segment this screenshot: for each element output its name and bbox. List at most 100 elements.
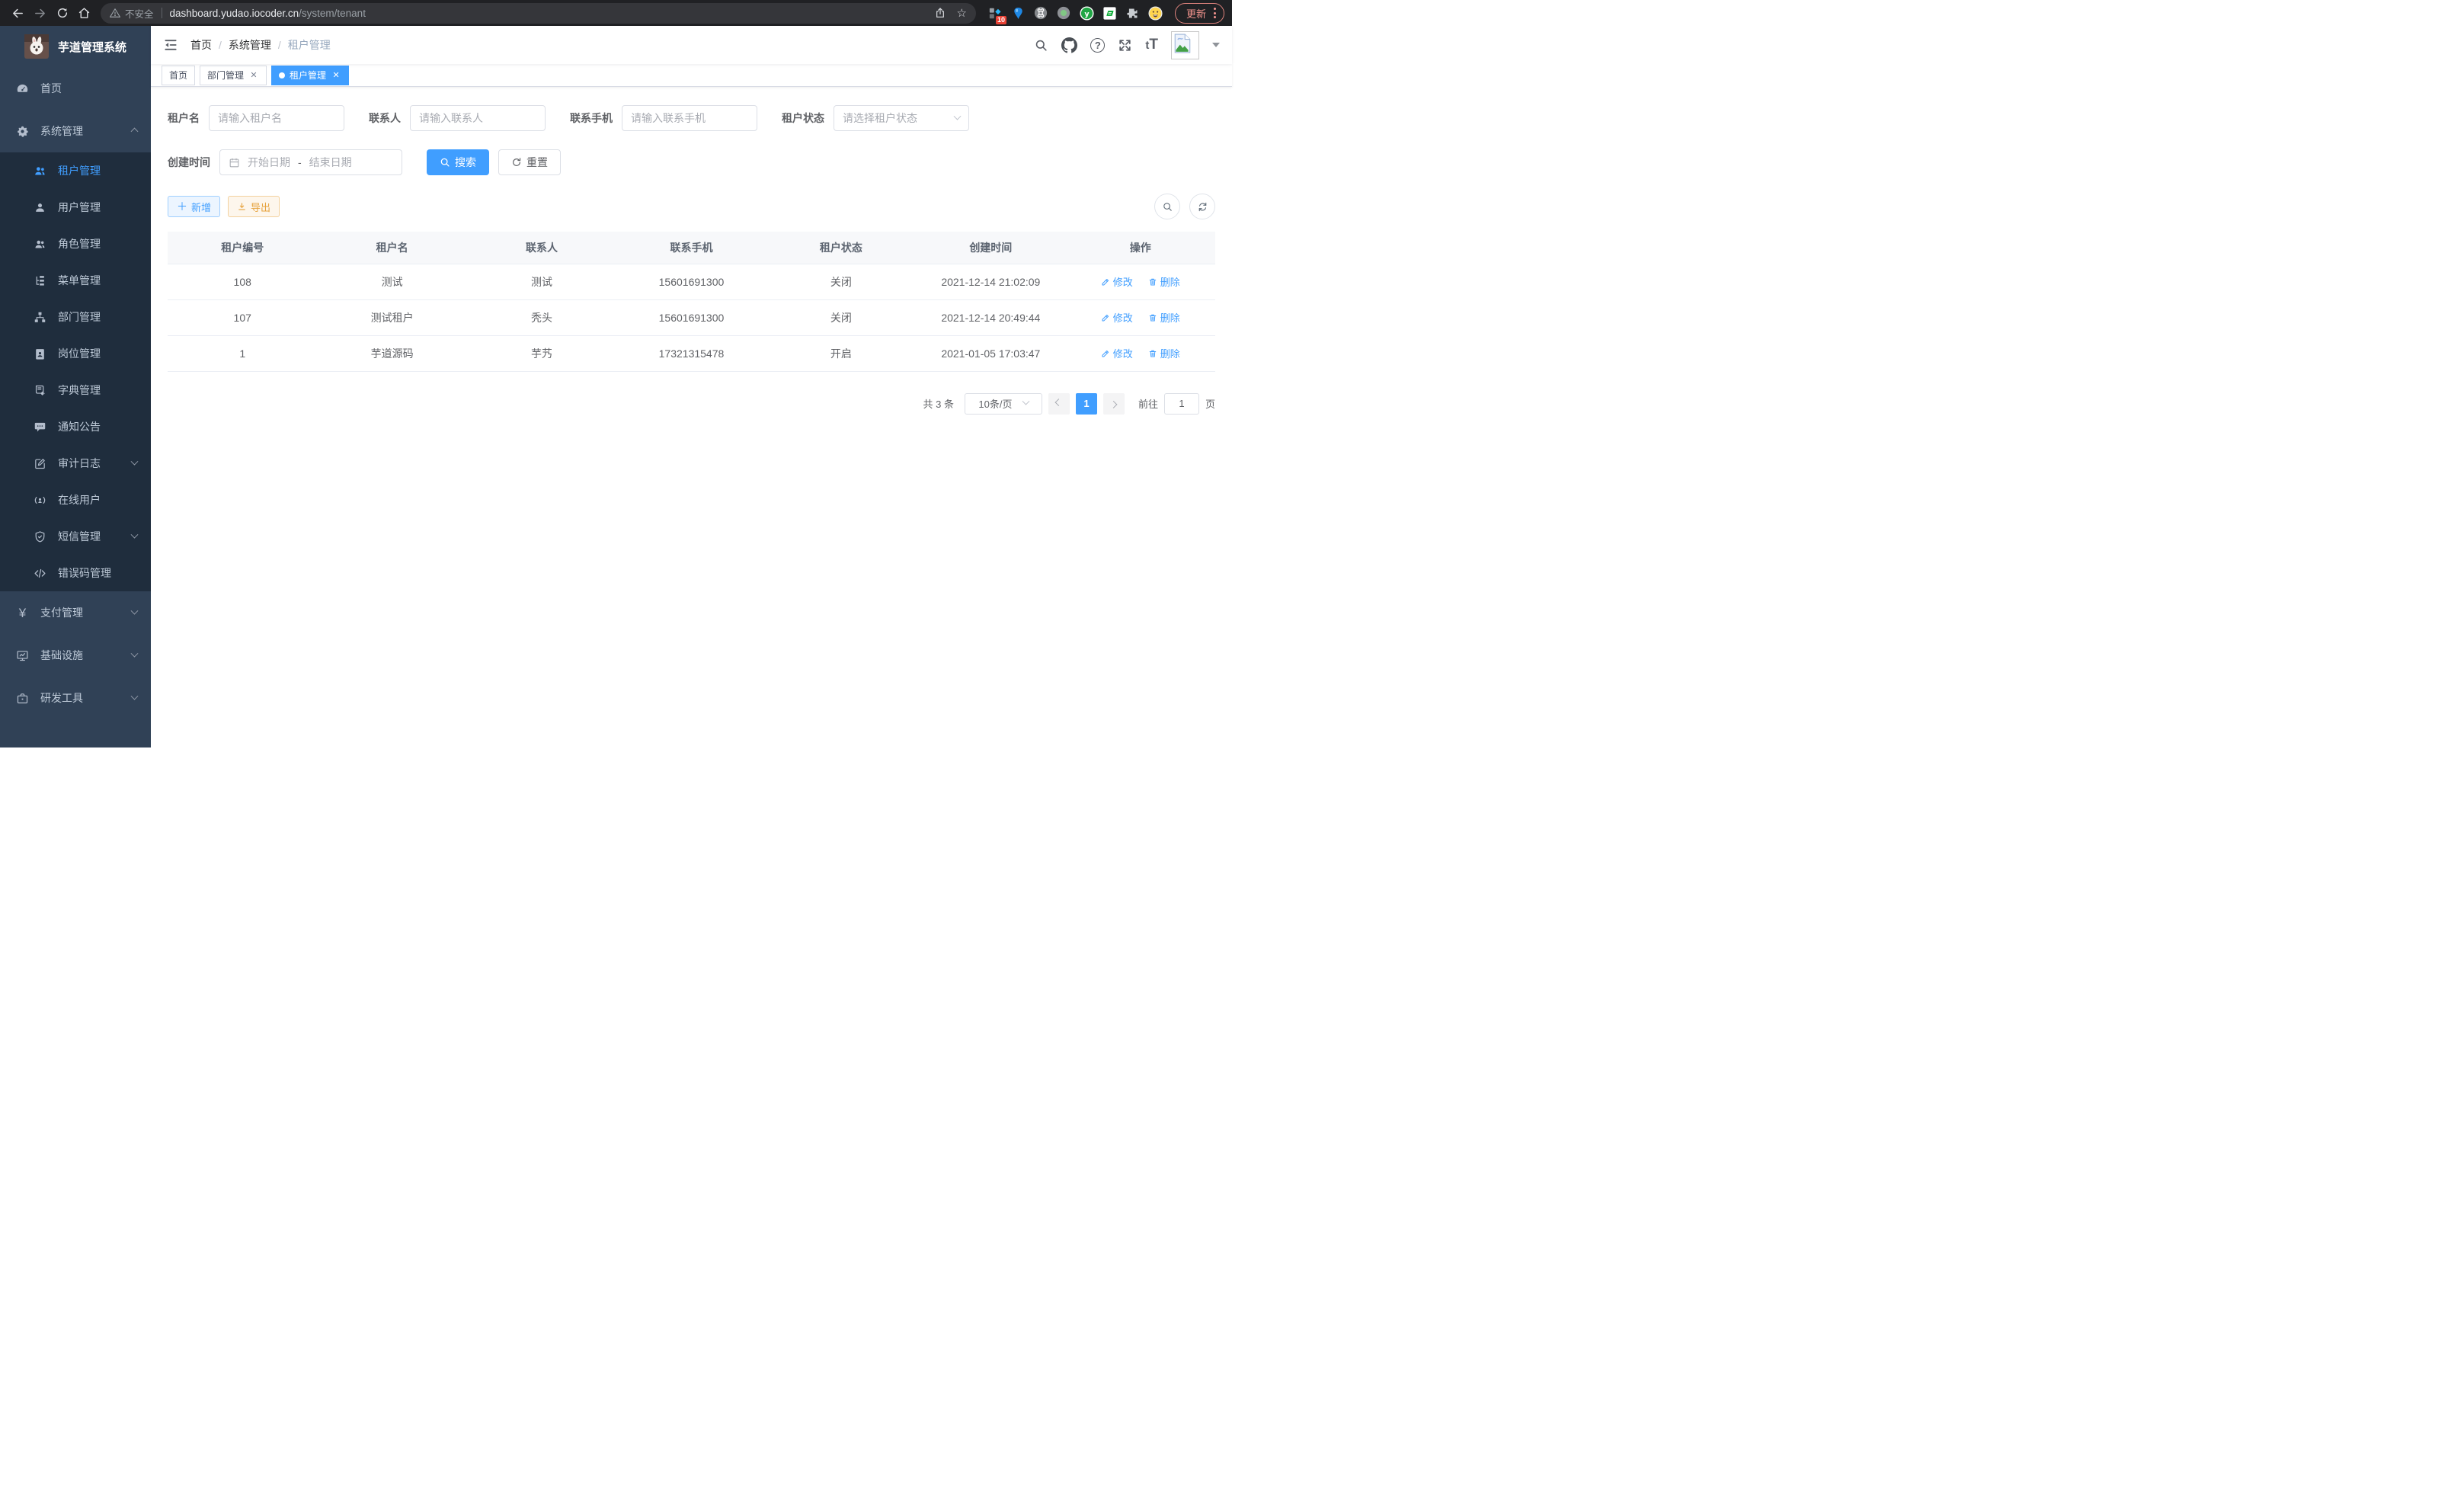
filter-label: 联系手机 <box>570 110 613 126</box>
extension-tabs-icon[interactable]: 10 <box>988 6 1003 21</box>
tag-close-icon[interactable]: ✕ <box>248 70 259 80</box>
edit-link[interactable]: 修改 <box>1101 346 1133 360</box>
sidebar-item-tenant[interactable]: 租户管理 <box>0 152 151 189</box>
sidebar-item-dict[interactable]: 字典管理 <box>0 372 151 408</box>
share-icon[interactable] <box>934 7 946 19</box>
filter-label: 租户名 <box>168 110 200 126</box>
sidebar-item-audit-log[interactable]: 审计日志 <box>0 445 151 482</box>
sidebar-item-error-codes[interactable]: 错误码管理 <box>0 555 151 591</box>
tenant-name-input[interactable] <box>218 112 335 124</box>
sidebar-item-payment[interactable]: ¥ 支付管理 <box>0 591 151 634</box>
chevron-down-icon <box>131 607 139 614</box>
extension-chat-icon[interactable] <box>1102 6 1117 21</box>
phone-input[interactable] <box>631 112 748 124</box>
header-search-icon[interactable] <box>1034 38 1048 53</box>
sidebar-item-menus[interactable]: 菜单管理 <box>0 262 151 299</box>
cell-created: 2021-12-14 20:49:44 <box>916 299 1065 335</box>
delete-link[interactable]: 删除 <box>1148 310 1180 325</box>
roles-users-icon <box>34 238 46 251</box>
browser-forward-icon[interactable] <box>30 3 50 24</box>
profile-avatar-icon[interactable] <box>1148 6 1163 21</box>
sidebar-item-notice[interactable]: 通知公告 <box>0 408 151 445</box>
help-icon[interactable]: ? <box>1090 38 1105 53</box>
audit-log-icon <box>34 457 46 470</box>
sidebar-item-label: 研发工具 <box>40 690 83 706</box>
extensions-puzzle-icon[interactable] <box>1125 6 1140 21</box>
date-end-placeholder: 结束日期 <box>309 155 352 170</box>
goto-page-input[interactable] <box>1164 393 1199 415</box>
sidebar-item-label: 首页 <box>40 81 62 96</box>
trash-icon <box>1148 349 1157 358</box>
filter-contact: 联系人 <box>369 105 546 131</box>
user-avatar[interactable] <box>1171 31 1199 59</box>
browser-update-button[interactable]: 更新 <box>1175 3 1224 24</box>
sidebar-item-departments[interactable]: 部门管理 <box>0 299 151 335</box>
sidebar-item-label: 通知公告 <box>58 419 101 434</box>
bookmark-star-icon[interactable]: ☆ <box>957 6 967 20</box>
edit-link[interactable]: 修改 <box>1101 310 1133 325</box>
refresh-table-button[interactable] <box>1189 194 1215 219</box>
extension-y-icon[interactable]: y <box>1080 6 1094 21</box>
sidebar-item-online-users[interactable]: 在线用户 <box>0 482 151 518</box>
sidebar-item-roles[interactable]: 角色管理 <box>0 226 151 262</box>
tag-label: 租户管理 <box>290 69 326 82</box>
sidebar-item-infra[interactable]: 基础设施 <box>0 634 151 677</box>
page-size-label: 10条/页 <box>978 396 1012 411</box>
tag-tenant[interactable]: 租户管理 ✕ <box>271 66 349 85</box>
filter-label: 租户状态 <box>782 110 824 126</box>
export-button-label: 导出 <box>251 200 270 214</box>
fullscreen-icon[interactable] <box>1118 38 1132 53</box>
breadcrumb-section[interactable]: 系统管理 <box>229 37 271 53</box>
avatar-caret-icon[interactable] <box>1212 43 1220 47</box>
sidebar-item-label: 审计日志 <box>58 456 101 471</box>
contact-input[interactable] <box>419 112 536 124</box>
sidebar-item-sms[interactable]: 短信管理 <box>0 518 151 555</box>
sidebar-item-devtools[interactable]: 研发工具 <box>0 677 151 719</box>
sidebar-item-label: 菜单管理 <box>58 273 101 288</box>
sidebar-logo-row[interactable]: 芋道管理系统 <box>0 26 151 67</box>
sidebar-item-posts[interactable]: 岗位管理 <box>0 335 151 372</box>
filter-label: 联系人 <box>369 110 401 126</box>
date-separator: - <box>298 156 302 168</box>
sidebar-collapse-icon[interactable] <box>151 37 190 53</box>
sidebar-item-label: 部门管理 <box>58 309 101 325</box>
security-chip[interactable]: 不安全 <box>110 6 154 21</box>
extension-balloon-icon[interactable] <box>1011 6 1026 21</box>
delete-link[interactable]: 删除 <box>1148 274 1180 289</box>
chevron-down-icon <box>131 649 139 657</box>
browser-home-icon[interactable] <box>74 3 94 24</box>
breadcrumb-separator: / <box>278 39 281 51</box>
tag-home[interactable]: 首页 <box>162 66 195 85</box>
col-phone: 联系手机 <box>616 232 766 264</box>
github-icon[interactable] <box>1061 37 1077 53</box>
search-button[interactable]: 搜索 <box>427 149 489 175</box>
export-button[interactable]: 导出 <box>228 196 280 217</box>
reset-button[interactable]: 重置 <box>498 149 561 175</box>
page-number-1[interactable]: 1 <box>1076 393 1097 415</box>
extension-record-icon[interactable] <box>1057 6 1071 21</box>
date-range-input[interactable]: 开始日期 - 结束日期 <box>219 149 402 175</box>
sidebar-menu: 首页 系统管理 租户管理 用户管理 角色管理 <box>0 67 151 719</box>
delete-link[interactable]: 删除 <box>1148 346 1180 360</box>
toggle-search-button[interactable] <box>1154 194 1180 219</box>
font-size-icon[interactable]: tT <box>1145 37 1158 53</box>
add-button[interactable]: ＋ 新增 <box>168 196 220 217</box>
dict-book-icon <box>34 384 46 397</box>
page-size-select[interactable]: 10条/页 <box>965 393 1042 415</box>
extension-command-icon[interactable] <box>1034 6 1048 21</box>
sidebar-item-users[interactable]: 用户管理 <box>0 189 151 226</box>
edit-link[interactable]: 修改 <box>1101 274 1133 289</box>
browser-back-icon[interactable] <box>8 3 28 24</box>
tag-close-icon[interactable]: ✕ <box>331 70 341 80</box>
page-content: 租户名 联系人 联系手机 租户状态 请选择租户状态 <box>151 87 1232 748</box>
tag-dept[interactable]: 部门管理 ✕ <box>200 66 267 85</box>
browser-menu-kebab-icon[interactable] <box>1214 8 1216 18</box>
browser-reload-icon[interactable] <box>52 3 72 24</box>
sidebar-item-home[interactable]: 首页 <box>0 67 151 110</box>
sidebar-item-system[interactable]: 系统管理 <box>0 110 151 152</box>
prev-page-button[interactable] <box>1048 393 1070 415</box>
breadcrumb-home[interactable]: 首页 <box>190 37 212 53</box>
status-select[interactable]: 请选择租户状态 <box>834 105 969 131</box>
url-bar[interactable]: 不安全 dashboard.yudao.iocoder.cn/system/te… <box>101 3 976 24</box>
next-page-button[interactable] <box>1103 393 1125 415</box>
